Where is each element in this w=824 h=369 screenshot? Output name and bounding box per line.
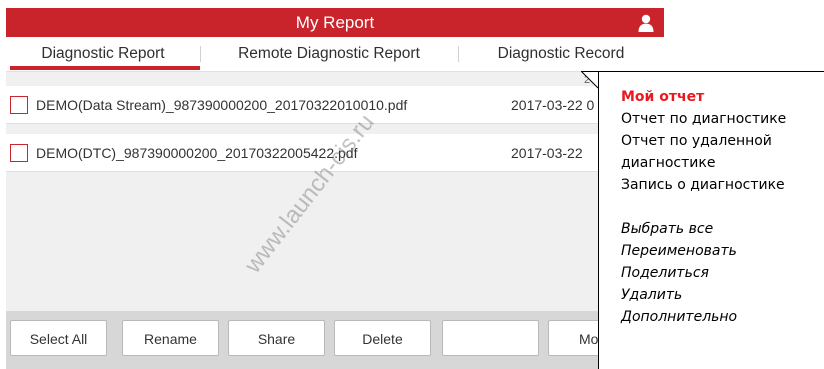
bottom-toolbar: Select All Rename Share Delete Mo (6, 311, 664, 369)
callout-action-line: Переименовать (621, 243, 737, 259)
share-button[interactable]: Share (228, 320, 325, 356)
callout-spacer (621, 196, 824, 218)
tab-label: Remote Diagnostic Report (238, 45, 420, 62)
select-checkbox[interactable] (10, 96, 28, 114)
active-tab-indicator (10, 66, 200, 70)
page-title: My Report (295, 13, 375, 32)
tab-bar: Diagnostic Report Remote Diagnostic Repo… (6, 37, 664, 71)
list-item[interactable]: DEMO(DTC)_987390000200_20170322005422.pd… (6, 134, 664, 172)
user-icon[interactable] (638, 14, 654, 32)
delete-button[interactable]: Delete (334, 320, 431, 356)
report-list: 2 DEMO(Data Stream)_987390000200_2017032… (6, 71, 664, 311)
tab-label: Diagnostic Report (41, 45, 165, 62)
translation-callout: Мой отчет Отчет по диагностике Отчет по … (598, 71, 824, 369)
callout-tab-line: Запись о диагностике (621, 177, 785, 193)
file-date: 2017-03-22 0 (511, 97, 595, 113)
file-date: 2017-03-22 (511, 145, 583, 161)
app-screen: My Report Diagnostic Report Remote Diagn… (0, 0, 664, 369)
callout-action-line: Поделиться (621, 265, 709, 281)
callout-action-line: Выбрать все (621, 221, 714, 237)
select-all-button[interactable]: Select All (10, 320, 107, 356)
callout-title: Мой отчет (621, 89, 705, 105)
rename-button[interactable]: Rename (122, 320, 219, 356)
tab-remote-diagnostic-report[interactable]: Remote Diagnostic Report (200, 37, 458, 71)
list-item[interactable]: DEMO(Data Stream)_987390000200_201703220… (6, 86, 664, 124)
callout-action-line: Дополнительно (621, 309, 738, 325)
tab-label: Diagnostic Record (497, 45, 625, 62)
tab-diagnostic-record[interactable]: Diagnostic Record (458, 37, 664, 71)
title-bar: My Report (6, 8, 664, 37)
callout-tab-line: Отчет по диагностике (621, 111, 787, 127)
file-name: DEMO(DTC)_987390000200_20170322005422.pd… (36, 145, 358, 161)
empty-button[interactable] (442, 320, 539, 356)
callout-action-line: Удалить (621, 287, 683, 303)
callout-tab-line: диагностике (621, 155, 716, 171)
callout-tab-line: Отчет по удаленной (621, 133, 772, 149)
callout-pointer (581, 71, 599, 89)
file-name: DEMO(Data Stream)_987390000200_201703220… (36, 97, 408, 113)
select-checkbox[interactable] (10, 144, 28, 162)
